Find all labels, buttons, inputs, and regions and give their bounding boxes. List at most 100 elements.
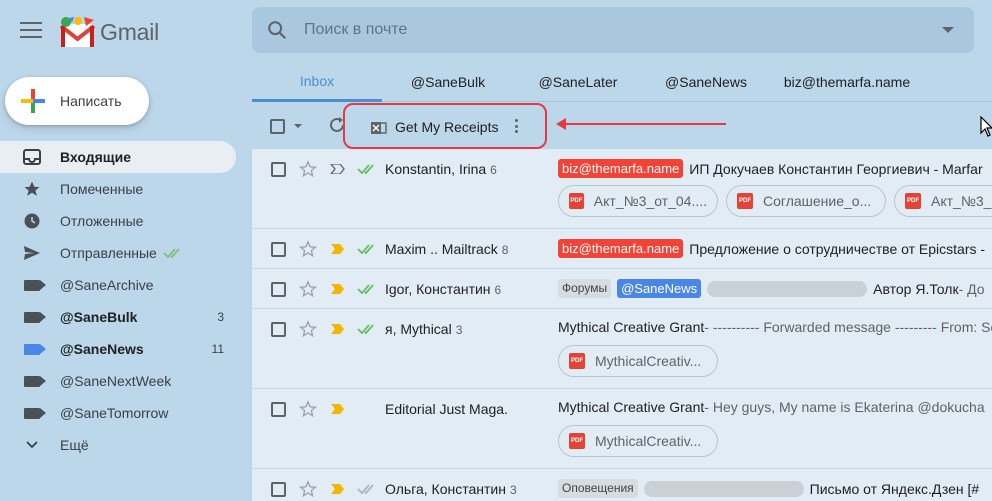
search-options-icon[interactable]: [942, 27, 954, 33]
gmail-envelope-icon: [59, 16, 96, 48]
subject: ИП Докучаев Константин Георгиевич - Marf…: [689, 160, 983, 177]
double-check-icon: [357, 284, 374, 295]
row-checkbox[interactable]: [271, 482, 286, 497]
sidebar-item-sanearchive[interactable]: @SaneArchive: [0, 269, 240, 301]
thread-count: 8: [501, 243, 509, 257]
message-row[interactable]: Maxim .. Mailtrack 8 biz@themarfa.name Пр…: [252, 229, 992, 269]
subject: Письмо от Яндекс.Дзен [#: [809, 480, 980, 497]
attachment-chip[interactable]: PDFАкт_№3_от_0: [894, 185, 992, 217]
tab-sanelater[interactable]: @SaneLater: [528, 62, 628, 102]
importance-marker-icon[interactable]: [330, 404, 345, 414]
snippet: - До: [958, 280, 985, 297]
label-chip[interactable]: biz@themarfa.name: [558, 159, 684, 178]
star-icon[interactable]: [299, 400, 317, 418]
sidebar-item-sent[interactable]: Отправленные: [0, 237, 240, 269]
pdf-icon: PDF: [569, 433, 585, 449]
snippet: - ---------- Forwarded message ---------…: [704, 319, 992, 335]
star-icon[interactable]: [299, 280, 317, 298]
pdf-icon: PDF: [905, 193, 921, 209]
sidebar-item-sanenews[interactable]: @SaneNews 11: [0, 333, 240, 365]
message-row[interactable]: Igor, Константин 6 Форумы @SaneNews Автор…: [252, 269, 992, 309]
sender: Editorial Just Maga.: [385, 401, 508, 417]
attachments: PDF MythicalCreativ...: [558, 425, 726, 457]
label-chip[interactable]: Форумы: [558, 279, 612, 298]
subject: Mythical Creative Grant: [558, 319, 705, 335]
pdf-icon: PDF: [737, 193, 753, 209]
attachment-chip[interactable]: PDF MythicalCreativ...: [558, 425, 718, 457]
sidebar-item-label: Отложенные: [60, 213, 144, 229]
sidebar-item-sanebulk[interactable]: @SaneBulk 3: [0, 301, 240, 333]
pdf-icon: PDF: [569, 353, 585, 369]
importance-marker-icon[interactable]: [330, 244, 345, 254]
tab-sanenews[interactable]: @SaneNews: [656, 62, 756, 102]
clock-icon: [22, 211, 42, 231]
label-chip[interactable]: Оповещения: [558, 479, 638, 498]
select-dropdown-icon[interactable]: [294, 124, 302, 128]
thread-count: 6: [494, 283, 502, 297]
inbox-tabs: Inbox @SaneBulk @SaneLater @SaneNews biz…: [252, 62, 992, 102]
chevron-down-icon: [22, 435, 42, 455]
sidebar-item-sanetomorrow[interactable]: @SaneTomorrow: [0, 397, 240, 429]
label-chip[interactable]: biz@themarfa.name: [558, 239, 684, 258]
annotation-arrow: [556, 118, 726, 130]
message-preview: Mythical Creative Grant - Hey guys, My n…: [558, 399, 992, 415]
sidebar-item-more[interactable]: Ещё: [0, 429, 240, 461]
sidebar-item-starred[interactable]: Помеченные: [0, 173, 240, 205]
attachment-chip[interactable]: PDF Акт_№3_от_04....: [558, 185, 718, 217]
star-icon[interactable]: [299, 240, 317, 258]
tab-biz-themarfa[interactable]: biz@themarfa.name: [772, 62, 922, 102]
sidebar-item-sanenextweek[interactable]: @SaneNextWeek: [0, 365, 240, 397]
row-checkbox[interactable]: [271, 402, 286, 417]
get-my-receipts-label: Get My Receipts: [395, 119, 499, 135]
select-all-checkbox[interactable]: [270, 119, 285, 134]
thread-count: 6: [490, 163, 497, 177]
label-icon: [22, 275, 46, 295]
compose-plus-icon: [19, 87, 47, 115]
message-row[interactable]: Editorial Just Maga. Mythical Creative G…: [252, 389, 992, 469]
attachment-chip[interactable]: PDF MythicalCreativ...: [558, 345, 718, 377]
message-preview: Оповещения Письмо от Яндекс.Дзен [#: [558, 479, 992, 498]
double-check-icon: [357, 484, 374, 495]
row-checkbox[interactable]: [271, 322, 286, 337]
search-icon[interactable]: [266, 19, 288, 41]
subject: Предложение о сотрудничестве от Epicstar…: [689, 240, 986, 257]
sidebar-item-label: @SaneArchive: [60, 277, 154, 293]
sidebar-item-label: @SaneNews: [60, 341, 144, 357]
unread-count: 3: [217, 310, 224, 324]
star-icon[interactable]: [299, 160, 317, 178]
tab-sanebulk[interactable]: @SaneBulk: [398, 62, 498, 102]
label-icon: [22, 371, 46, 391]
importance-marker-icon[interactable]: [330, 324, 345, 334]
main-menu-icon[interactable]: [20, 22, 42, 40]
message-row[interactable]: Konstantin, Irina 6 biz@themarfa.name ИП …: [252, 149, 992, 229]
label-icon: [22, 307, 46, 327]
message-row[interactable]: Ольга, Константин 3 Оповещения Письмо от …: [252, 469, 992, 501]
send-icon: [22, 243, 42, 263]
compose-label: Написать: [60, 93, 122, 109]
star-icon[interactable]: [299, 480, 317, 498]
thread-count: 3: [509, 483, 517, 497]
importance-marker-icon[interactable]: [330, 164, 345, 174]
row-checkbox[interactable]: [271, 162, 286, 177]
redacted-text: [643, 480, 804, 497]
star-icon[interactable]: [299, 320, 317, 338]
importance-marker-icon[interactable]: [330, 484, 345, 494]
compose-button[interactable]: Написать: [5, 77, 149, 125]
label-chip[interactable]: @SaneNews: [617, 279, 702, 298]
sidebar-item-snoozed[interactable]: Отложенные: [0, 205, 240, 237]
row-checkbox[interactable]: [271, 242, 286, 257]
gmail-logo[interactable]: Gmail: [59, 12, 159, 52]
importance-marker-icon[interactable]: [330, 284, 345, 294]
tab-inbox[interactable]: Inbox: [252, 62, 382, 102]
search-box[interactable]: [252, 7, 974, 53]
more-options-icon[interactable]: [515, 119, 519, 135]
sidebar-item-inbox[interactable]: Входящие: [0, 141, 236, 173]
message-row[interactable]: я, Mythical 3 Mythical Creative Grant - -…: [252, 309, 992, 389]
attachment-chip[interactable]: PDF Соглашение_о...: [726, 185, 886, 217]
double-check-icon: [357, 244, 374, 255]
get-my-receipts-button[interactable]: Get My Receipts: [343, 103, 547, 149]
row-checkbox[interactable]: [271, 282, 286, 297]
label-icon: [22, 403, 46, 423]
search-input[interactable]: [304, 7, 904, 53]
toolbar: Get My Receipts: [252, 102, 992, 149]
